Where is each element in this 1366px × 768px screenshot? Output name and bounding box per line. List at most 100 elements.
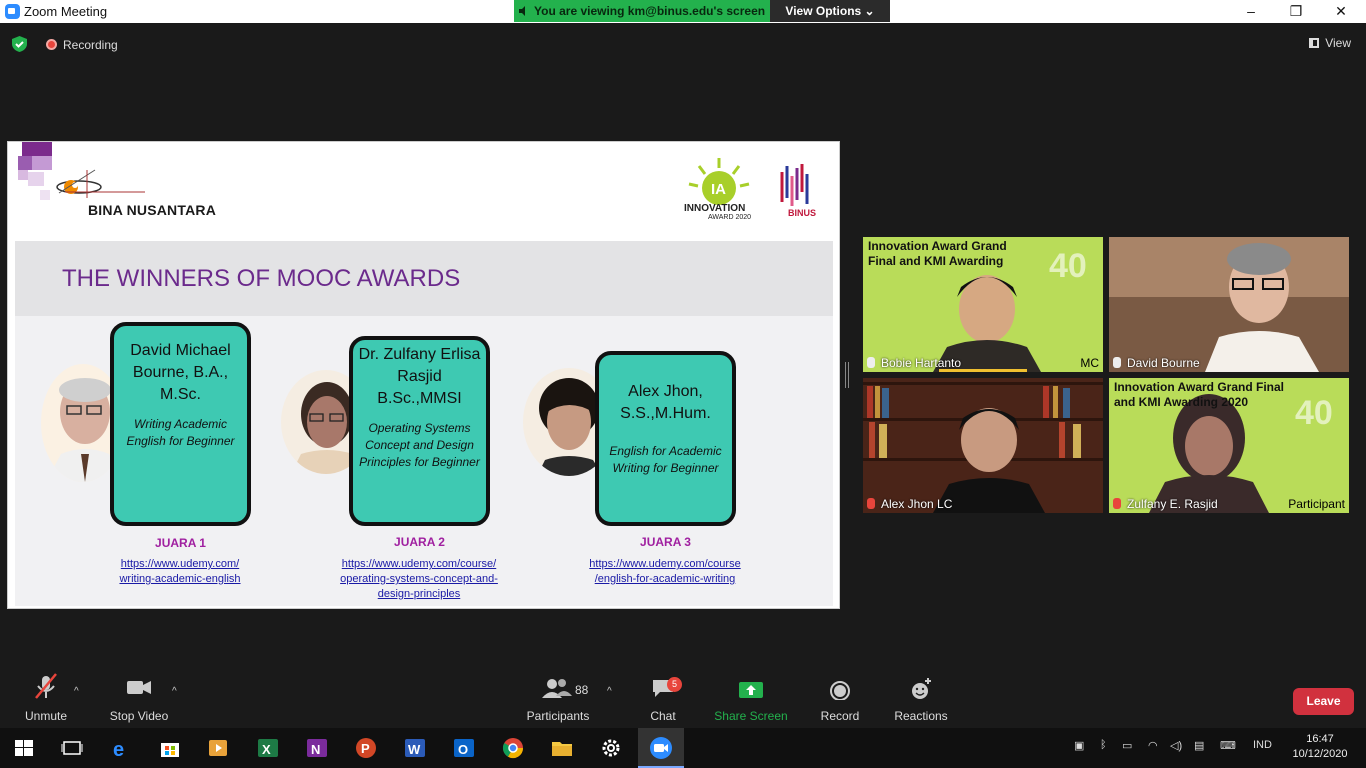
chrome-icon[interactable]: [501, 736, 525, 760]
file-explorer-icon[interactable]: [550, 736, 574, 760]
winner-name: David Michael Bourne, B.A., M.Sc.: [130, 342, 231, 403]
speaker-icon: [519, 6, 525, 16]
winner-name: Dr. Zulfany Erlisa Rasjid B.Sc.,MMSI: [358, 346, 481, 407]
svg-text:P: P: [361, 741, 370, 756]
link-line: operating-systems-concept-and-: [340, 573, 498, 585]
video-tile[interactable]: Alex Jhon LC: [863, 378, 1103, 513]
participants-options-caret[interactable]: ^: [607, 686, 612, 697]
winner-card: Alex Jhon, S.S.,M.Hum. English for Acade…: [595, 351, 736, 526]
screen-share-notice-text: You are viewing km@binus.edu's screen: [534, 4, 766, 18]
link-line: /english-for-academic-writing: [594, 573, 736, 585]
record-icon: [830, 681, 850, 701]
view-button[interactable]: View: [1309, 36, 1351, 50]
winner-course: Operating Systems Concept and Design Pri…: [359, 421, 480, 469]
system-clock[interactable]: 16:47 10/12/2020: [1290, 732, 1350, 762]
svg-text:IA: IA: [711, 181, 726, 198]
encryption-shield-icon[interactable]: [12, 36, 27, 52]
title-bar: Zoom Meeting You are viewing km@binus.ed…: [0, 0, 1366, 23]
svg-text:40: 40: [1295, 394, 1333, 432]
close-button[interactable]: ✕: [1318, 0, 1364, 23]
innovation-award-year: AWARD 2020: [708, 214, 752, 221]
link-line: writing-academic-english: [119, 573, 241, 585]
participants-icon: [542, 679, 572, 698]
binus-logo-text: BINUS: [788, 208, 817, 218]
bluetooth-icon[interactable]: ᛒ: [1100, 739, 1107, 751]
windows-start-icon[interactable]: [12, 736, 36, 760]
task-view-icon[interactable]: [60, 736, 84, 760]
leave-button[interactable]: Leave: [1293, 688, 1354, 715]
minimize-button[interactable]: –: [1228, 0, 1274, 23]
link-line: https://www.udemy.com/course: [589, 558, 741, 570]
winner-course: English for Academic Writing for Beginne…: [609, 444, 722, 475]
recording-indicator[interactable]: Recording: [46, 38, 118, 52]
powerpoint-icon[interactable]: P: [354, 736, 378, 760]
restore-button[interactable]: ❐: [1273, 0, 1319, 23]
windows-taskbar: e X N P W O ▣ ᛒ ▭ ◠ ◁) ▤ ⌨ IND 16:47 10/…: [0, 728, 1366, 768]
winner-rank: JUARA 2: [394, 535, 445, 549]
outlook-icon[interactable]: O: [452, 736, 476, 760]
unmute-button[interactable]: Unmute: [18, 672, 74, 723]
excel-icon[interactable]: X: [256, 736, 280, 760]
slide-title: THE WINNERS OF MOOC AWARDS: [62, 265, 461, 292]
zoom-taskbar-icon[interactable]: [649, 736, 673, 760]
winner-name: Alex Jhon, S.S.,M.Hum.: [620, 383, 711, 422]
view-label: View: [1325, 36, 1351, 50]
video-feed: [1109, 237, 1349, 372]
mic-muted-icon: [35, 673, 57, 699]
record-button[interactable]: Record: [816, 672, 864, 723]
onenote-icon[interactable]: N: [305, 736, 329, 760]
video-tile[interactable]: 40 Innovation Award Grand Final and KMI …: [1109, 378, 1349, 513]
participant-name-text: Alex Jhon LC: [881, 497, 953, 511]
resize-handle[interactable]: [845, 362, 849, 388]
participants-button[interactable]: Participants: [524, 672, 592, 723]
bina-nusantara-name: BINA NUSANTARA: [88, 202, 217, 218]
reactions-icon: [912, 678, 931, 699]
mic-icon: [1113, 357, 1121, 368]
mic-muted-icon: [1113, 498, 1121, 509]
participant-name: Alex Jhon LC: [867, 497, 952, 511]
winner-course: Writing Academic English for Beginner: [126, 417, 235, 448]
participant-name: Zulfany E. Rasjid: [1113, 497, 1218, 511]
slide-title-banner: THE WINNERS OF MOOC AWARDS: [15, 241, 833, 316]
svg-text:N: N: [311, 742, 320, 757]
volume-icon[interactable]: ◁): [1170, 739, 1182, 752]
meeting-toolbar: Unmute ^ Stop Video ^ Participants ^ Cha…: [0, 672, 1366, 728]
participant-role: Participant: [1288, 497, 1345, 511]
participant-name-text: Zulfany E. Rasjid: [1127, 497, 1218, 511]
recording-label: Recording: [63, 38, 118, 52]
edge-icon[interactable]: e: [110, 736, 134, 760]
participants-label: Participants: [526, 709, 590, 723]
language-indicator[interactable]: IND: [1253, 739, 1272, 751]
media-player-icon[interactable]: [206, 736, 230, 760]
reactions-button[interactable]: Reactions: [892, 672, 950, 723]
video-options-caret[interactable]: ^: [172, 686, 177, 697]
stop-video-button[interactable]: Stop Video: [104, 672, 174, 723]
winner-course-link[interactable]: https://www.udemy.com/course/ operating-…: [319, 557, 519, 602]
svg-text:40: 40: [1049, 247, 1087, 285]
notification-icon[interactable]: ▤: [1194, 739, 1204, 752]
battery-icon[interactable]: ▭: [1122, 739, 1132, 752]
store-icon[interactable]: [158, 736, 182, 760]
video-tile[interactable]: David Bourne: [1109, 237, 1349, 372]
audio-options-caret[interactable]: ^: [74, 686, 79, 697]
meeting-top-bar: Recording View: [0, 23, 1366, 63]
winner-rank: JUARA 3: [640, 535, 691, 549]
share-screen-button[interactable]: Share Screen: [712, 672, 790, 723]
winner-course-link[interactable]: https://www.udemy.com/course /english-fo…: [565, 557, 765, 587]
winner-course-link[interactable]: https://www.udemy.com/ writing-academic-…: [95, 557, 265, 587]
reactions-label: Reactions: [894, 709, 948, 723]
word-icon[interactable]: W: [403, 736, 427, 760]
zoom-tray-icon[interactable]: ▣: [1074, 739, 1084, 752]
clock-date: 10/12/2020: [1292, 748, 1348, 760]
winner-card: Dr. Zulfany Erlisa Rasjid B.Sc.,MMSI Ope…: [349, 336, 490, 526]
participant-name: Bobie Hartanto: [867, 356, 961, 370]
keyboard-icon[interactable]: ⌨: [1220, 739, 1236, 752]
view-options-button[interactable]: View Options ⌄: [770, 0, 890, 22]
tile-overlay-text: Innovation Award Grand Final and KMI Awa…: [1114, 380, 1285, 409]
record-label: Record: [820, 709, 860, 723]
link-line: https://www.udemy.com/course/: [341, 558, 497, 570]
zoom-app-icon: [5, 4, 20, 19]
video-tile[interactable]: 40 Innovation Award Grand Final and KMI …: [863, 237, 1103, 372]
wifi-icon[interactable]: ◠: [1148, 739, 1158, 752]
settings-gear-icon[interactable]: [599, 736, 623, 760]
